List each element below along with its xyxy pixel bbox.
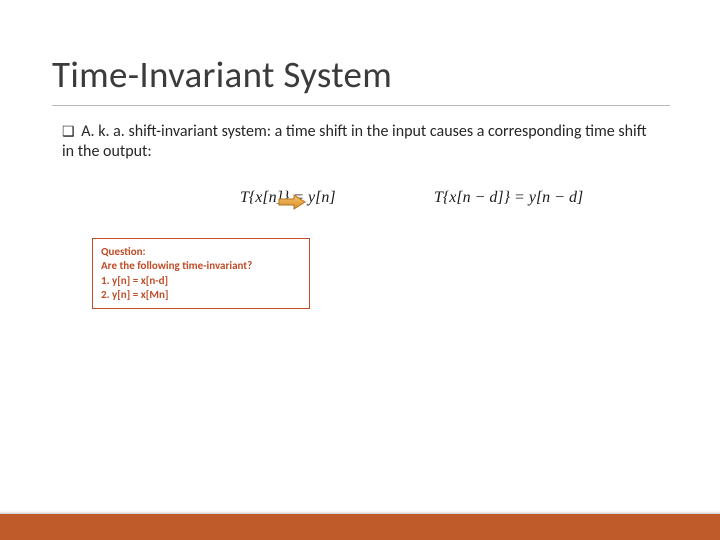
question-line-4: 2. y[n] = x[Mn] — [101, 288, 301, 302]
question-line-3: 1. y[n] = x[n-d] — [101, 274, 301, 288]
arrow-icon — [278, 194, 306, 210]
equation-2-text: T{x[n − d]} = y[n − d] — [434, 189, 583, 206]
slide: Time-Invariant System ❑ A. k. a. shift-i… — [0, 0, 720, 540]
title-underline — [52, 105, 670, 106]
equation-row: T{x[n]} = y[n] T{x[n − d]} = y[n − d] — [240, 189, 680, 207]
question-line-2: Are the following time-invariant? — [101, 259, 301, 273]
question-line-1: Question: — [101, 245, 301, 259]
bullet-paragraph: ❑ A. k. a. shift-invariant system: a tim… — [62, 122, 652, 162]
equation-2: T{x[n − d]} = y[n − d] — [434, 189, 583, 207]
footer-bar — [0, 514, 720, 540]
bullet-text: A. k. a. shift-invariant system: a time … — [62, 122, 647, 161]
bullet-symbol: ❑ — [62, 123, 75, 141]
question-box: Question: Are the following time-invaria… — [92, 238, 310, 309]
slide-title: Time-Invariant System — [52, 52, 392, 97]
equation-1: T{x[n]} = y[n] — [240, 189, 430, 207]
